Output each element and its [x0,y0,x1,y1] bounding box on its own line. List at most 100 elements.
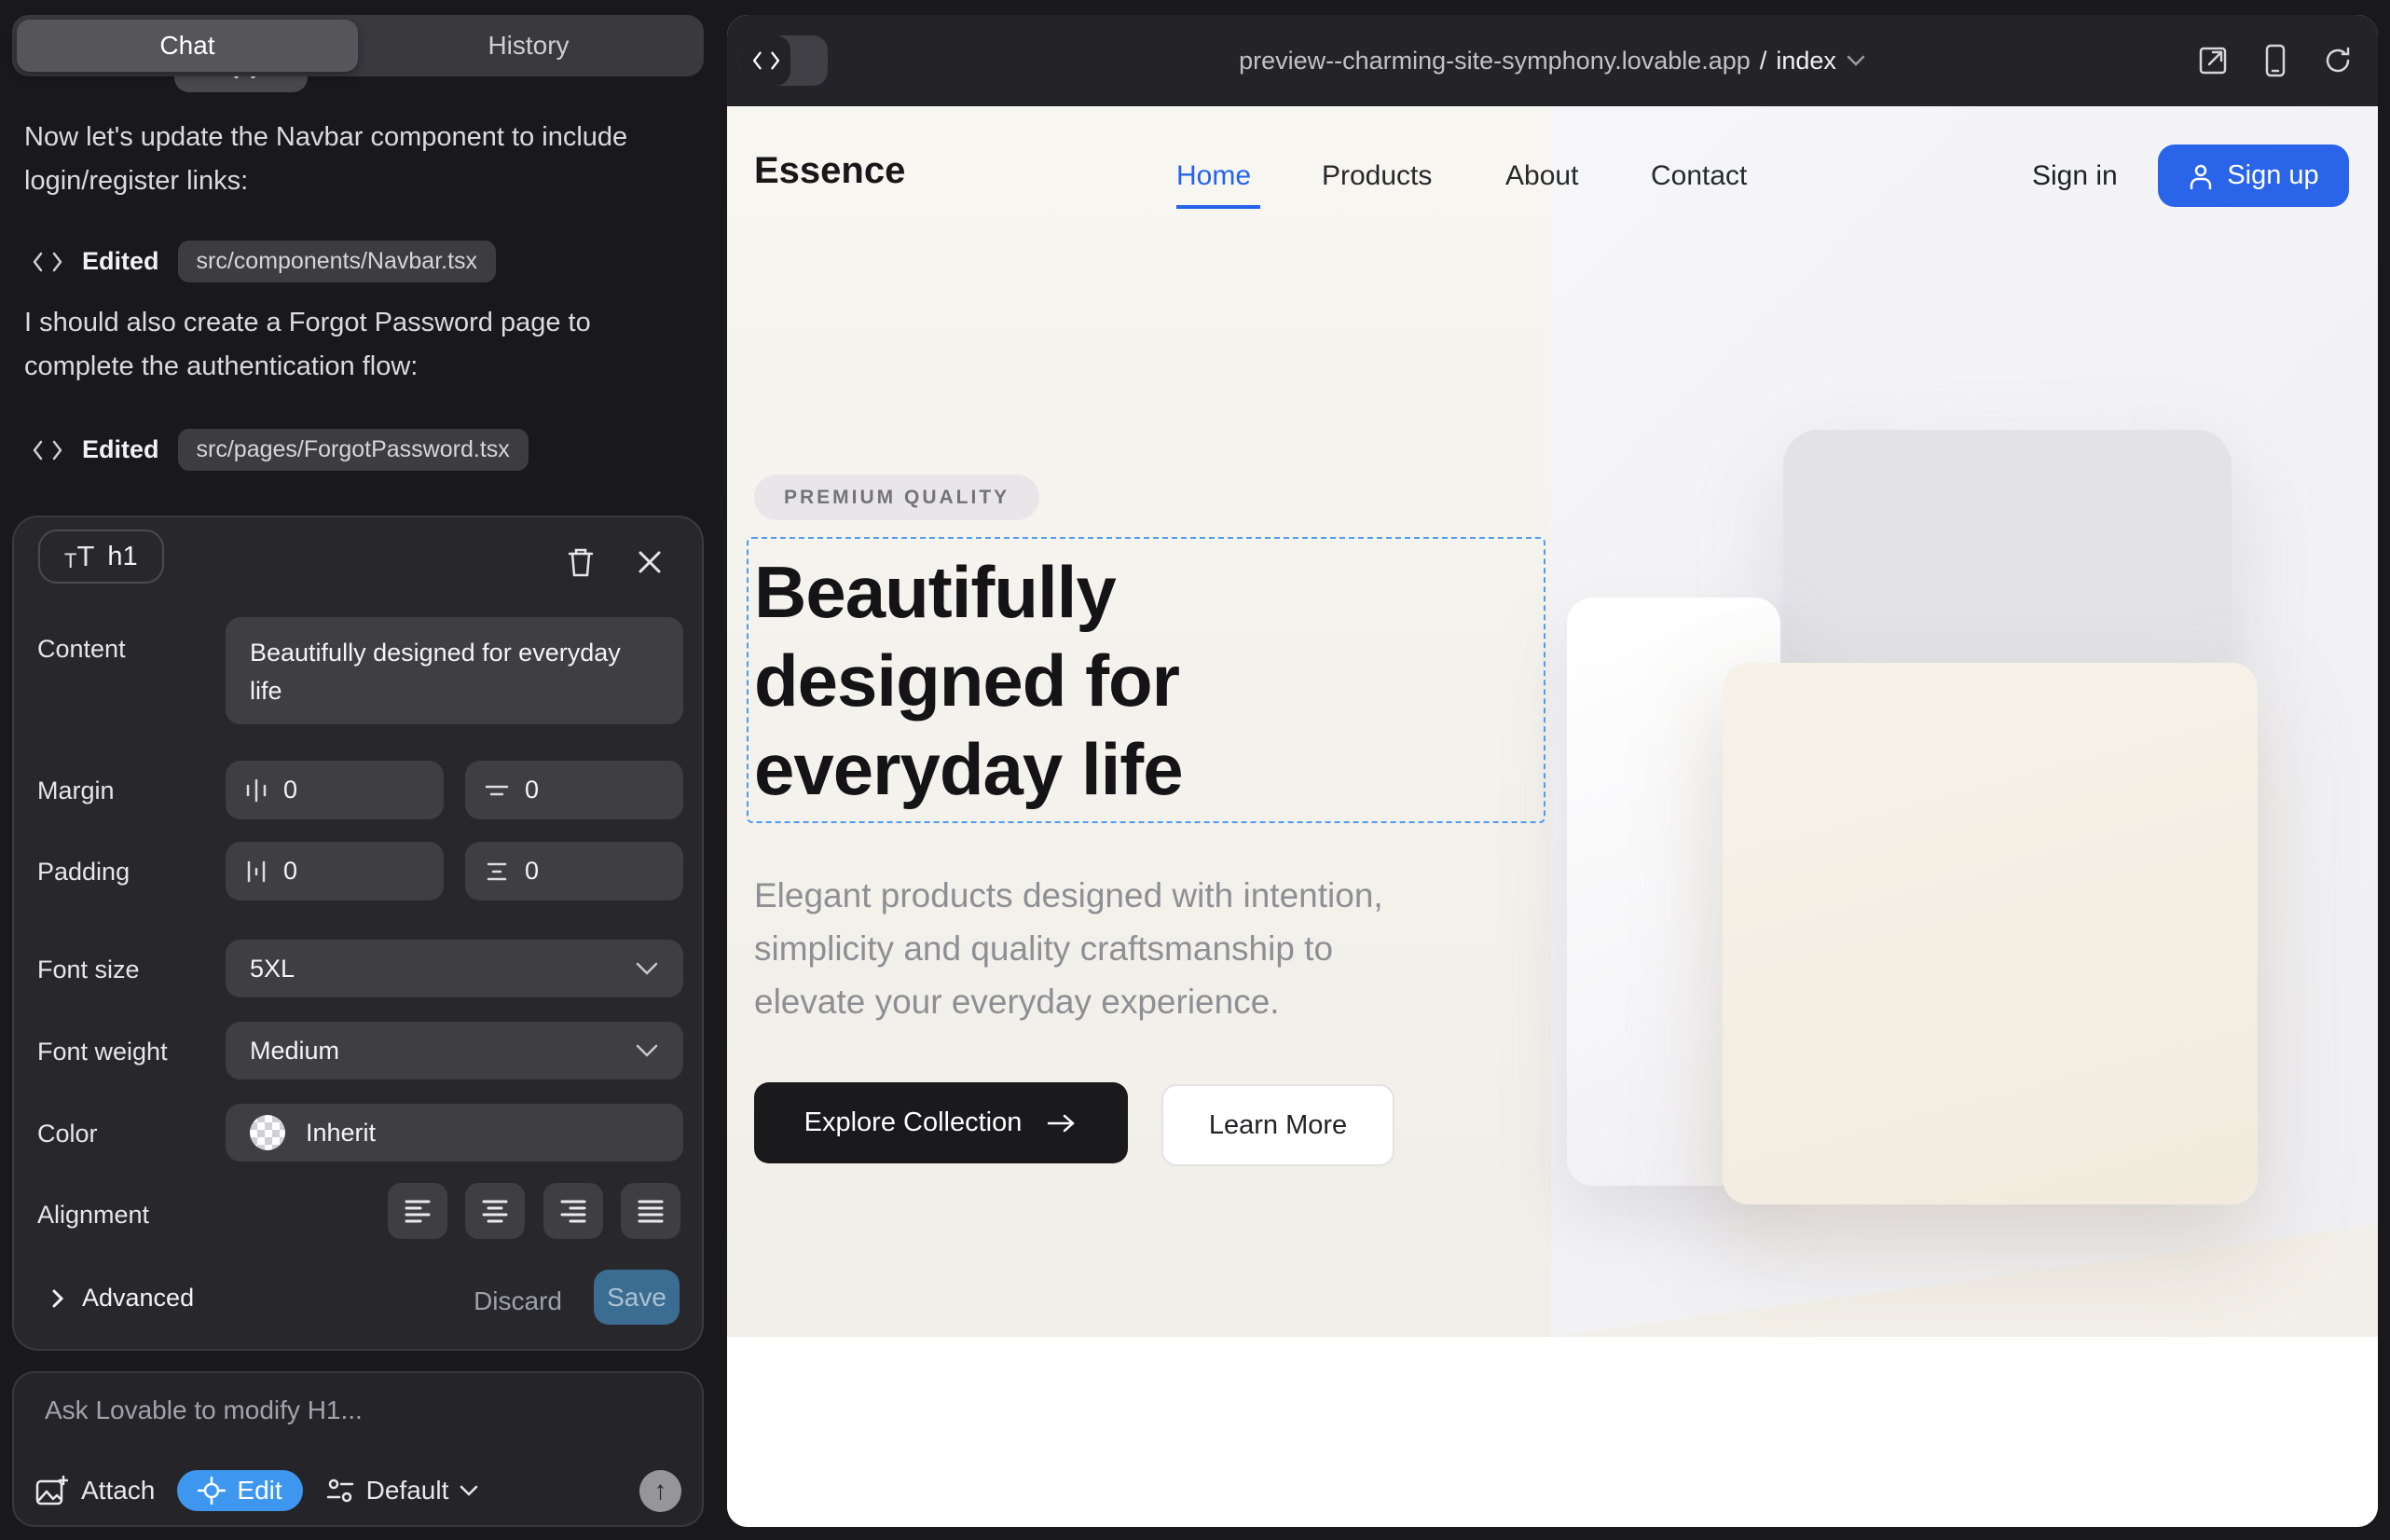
align-center-icon [481,1199,509,1223]
save-button[interactable]: Save [594,1270,680,1325]
chevron-down-icon [460,1485,478,1497]
topbar-actions [2197,15,2354,106]
edited-label: Edited [82,247,159,276]
url-page: index [1776,47,1836,76]
nav-link-contact[interactable]: Contact [1651,160,1747,192]
align-right-icon [559,1199,587,1223]
align-left-icon [404,1199,432,1223]
description-line: Elegant products designed with intention… [754,869,1383,922]
arrow-right-icon [1046,1112,1078,1134]
sidebar-tabs: Chat History [12,15,704,76]
align-justify-icon [637,1199,665,1223]
decorative-card-beige [1723,663,2258,1204]
nav-link-home[interactable]: Home [1176,160,1251,192]
arrow-up-icon: ↑ [654,1476,667,1506]
padding-vertical-icon [484,859,510,884]
mode-label: Default [366,1476,449,1506]
margin-x-value: 0 [283,776,297,804]
code-icon [32,438,63,462]
nav-link-products[interactable]: Products [1322,160,1432,192]
chevron-down-icon [1846,54,1866,67]
tab-chat[interactable]: Chat [17,20,358,72]
font-weight-label: Font weight [37,1038,168,1066]
hero-description: Elegant products designed with intention… [754,869,1383,1028]
color-value: Inherit [306,1119,376,1148]
margin-horizontal-icon [244,777,268,804]
sign-up-button[interactable]: Sign up [2158,144,2349,207]
align-justify-button[interactable] [621,1183,680,1239]
nav-link-about[interactable]: About [1505,160,1578,192]
chevron-right-icon [50,1287,65,1310]
margin-x-input[interactable]: 0 [226,761,444,819]
delete-element-button[interactable] [560,542,601,583]
target-icon [198,1477,226,1505]
headline-line: designed for [754,637,1183,725]
chat-composer: Ask Lovable to modify H1... Attach Edit … [12,1371,704,1527]
chevron-down-icon [635,961,659,976]
learn-more-label: Learn More [1209,1110,1347,1141]
trash-icon [567,546,595,578]
font-weight-select[interactable]: Medium [226,1022,683,1079]
description-line: simplicity and quality craftsmanship to [754,922,1383,975]
file-chip[interactable]: src/components/Navbar.tsx [178,241,497,282]
margin-label: Margin [37,777,115,805]
padding-x-input[interactable]: 0 [226,842,444,901]
color-select[interactable]: Inherit [226,1104,683,1162]
advanced-toggle[interactable]: Advanced [50,1284,194,1313]
edit-label: Edit [237,1476,282,1506]
content-label: Content [37,635,126,664]
refresh-icon[interactable] [2322,45,2354,76]
image-plus-icon [34,1475,68,1506]
tab-history[interactable]: History [358,20,699,72]
code-icon [32,250,63,274]
padding-horizontal-icon [244,859,268,885]
code-preview-toggle[interactable] [742,35,828,86]
send-button[interactable]: ↑ [639,1470,681,1512]
learn-more-button[interactable]: Learn More [1161,1084,1394,1166]
advanced-label: Advanced [82,1284,194,1313]
url-domain: preview--charming-site-symphony.lovable.… [1239,47,1751,76]
align-left-button[interactable] [388,1183,447,1239]
chat-message: I should also create a Forgot Password p… [24,301,686,389]
composer-input[interactable]: Ask Lovable to modify H1... [45,1396,363,1425]
element-inspector-panel: TT h1 Content Beautifully designed for e… [12,516,704,1351]
close-icon [637,549,663,575]
sign-in-link[interactable]: Sign in [2032,160,2118,192]
active-nav-underline [1176,205,1260,209]
hero-headline[interactable]: Beautifully designed for everyday life [754,548,1183,814]
discard-button[interactable]: Discard [474,1286,562,1316]
explore-collection-button[interactable]: Explore Collection [754,1082,1128,1163]
explore-label: Explore Collection [804,1107,1023,1138]
padding-y-value: 0 [525,857,539,886]
attach-label: Attach [81,1476,155,1506]
alignment-label: Alignment [37,1201,149,1230]
transparency-swatch-icon [250,1115,285,1150]
margin-vertical-icon [484,778,510,803]
headline-line: everyday life [754,725,1183,814]
headline-line: Beautifully [754,548,1183,637]
edit-mode-button[interactable]: Edit [177,1470,302,1511]
edited-file-row: Edited src/components/Navbar.tsx [32,241,496,282]
code-icon [742,35,790,86]
file-chip[interactable]: src/pages/ForgotPassword.tsx [178,429,529,471]
browser-topbar: preview--charming-site-symphony.lovable.… [727,15,2378,106]
margin-y-input[interactable]: 0 [465,761,683,819]
composer-toolbar: Attach Edit Default ↑ [34,1469,681,1512]
close-inspector-button[interactable] [629,542,670,583]
url-bar[interactable]: preview--charming-site-symphony.lovable.… [1239,47,1866,76]
font-weight-value: Medium [250,1037,339,1066]
font-size-select[interactable]: 5XL [226,940,683,997]
decorative-card-gray [1783,430,2232,670]
site-page: Essence Home Products About Contact Sign… [727,106,2378,1527]
open-external-icon[interactable] [2197,45,2229,76]
align-right-button[interactable] [543,1183,603,1239]
font-size-label: Font size [37,956,140,984]
site-logo[interactable]: Essence [754,150,905,192]
mobile-view-icon[interactable] [2264,44,2287,77]
model-selector[interactable]: Default [325,1476,479,1506]
edited-label: Edited [82,435,159,464]
attach-button[interactable]: Attach [34,1475,155,1506]
padding-y-input[interactable]: 0 [465,842,683,901]
content-input[interactable]: Beautifully designed for everyday life [226,617,683,724]
align-center-button[interactable] [465,1183,525,1239]
